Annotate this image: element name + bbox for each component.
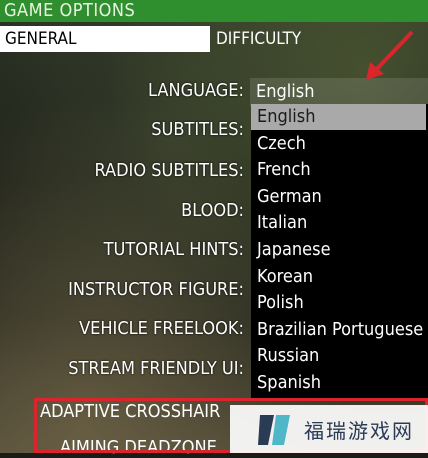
setting-label-blood: BLOOD:: [181, 200, 244, 221]
setting-label-tutorial-hints: TUTORIAL HINTS:: [103, 239, 244, 260]
language-option[interactable]: German: [251, 184, 428, 210]
language-option[interactable]: Japanese: [251, 237, 428, 263]
language-dropdown-list[interactable]: English Czech French German Italian Japa…: [251, 104, 428, 400]
language-option[interactable]: Korean: [251, 264, 428, 290]
annotation-arrow-icon: [366, 30, 414, 80]
language-option[interactable]: English: [251, 104, 426, 130]
setting-label-subtitles: SUBTITLES:: [151, 119, 244, 140]
language-option[interactable]: Spanish: [251, 370, 428, 396]
language-option[interactable]: French: [251, 157, 428, 183]
watermark-text: 福瑞游戏网: [304, 419, 414, 443]
setting-label-instructor-figure: INSTRUCTOR FIGURE:: [68, 279, 244, 300]
watermark: 福瑞游戏网: [230, 405, 428, 453]
tab-difficulty[interactable]: DIFFICULTY: [216, 26, 301, 52]
language-current-value: English: [256, 81, 315, 102]
header-bar: GAME OPTIONS: [0, 0, 428, 22]
setting-label-radio-subtitles: RADIO SUBTITLES:: [94, 160, 244, 181]
language-option[interactable]: Russian: [251, 343, 428, 369]
setting-label-vehicle-freelook: VEHICLE FREELOOK:: [79, 318, 244, 339]
language-option[interactable]: Polish: [251, 290, 428, 316]
watermark-logo-icon: [258, 415, 290, 445]
language-option[interactable]: Brazilian Portuguese: [251, 317, 428, 343]
setting-label-language: LANGUAGE:: [147, 80, 244, 101]
setting-label-stream-friendly-ui: STREAM FRIENDLY UI:: [68, 358, 244, 379]
tab-general[interactable]: GENERAL: [0, 26, 210, 52]
language-option[interactable]: Italian: [251, 210, 428, 236]
page-title: GAME OPTIONS: [4, 0, 136, 21]
language-option[interactable]: Czech: [251, 131, 428, 157]
